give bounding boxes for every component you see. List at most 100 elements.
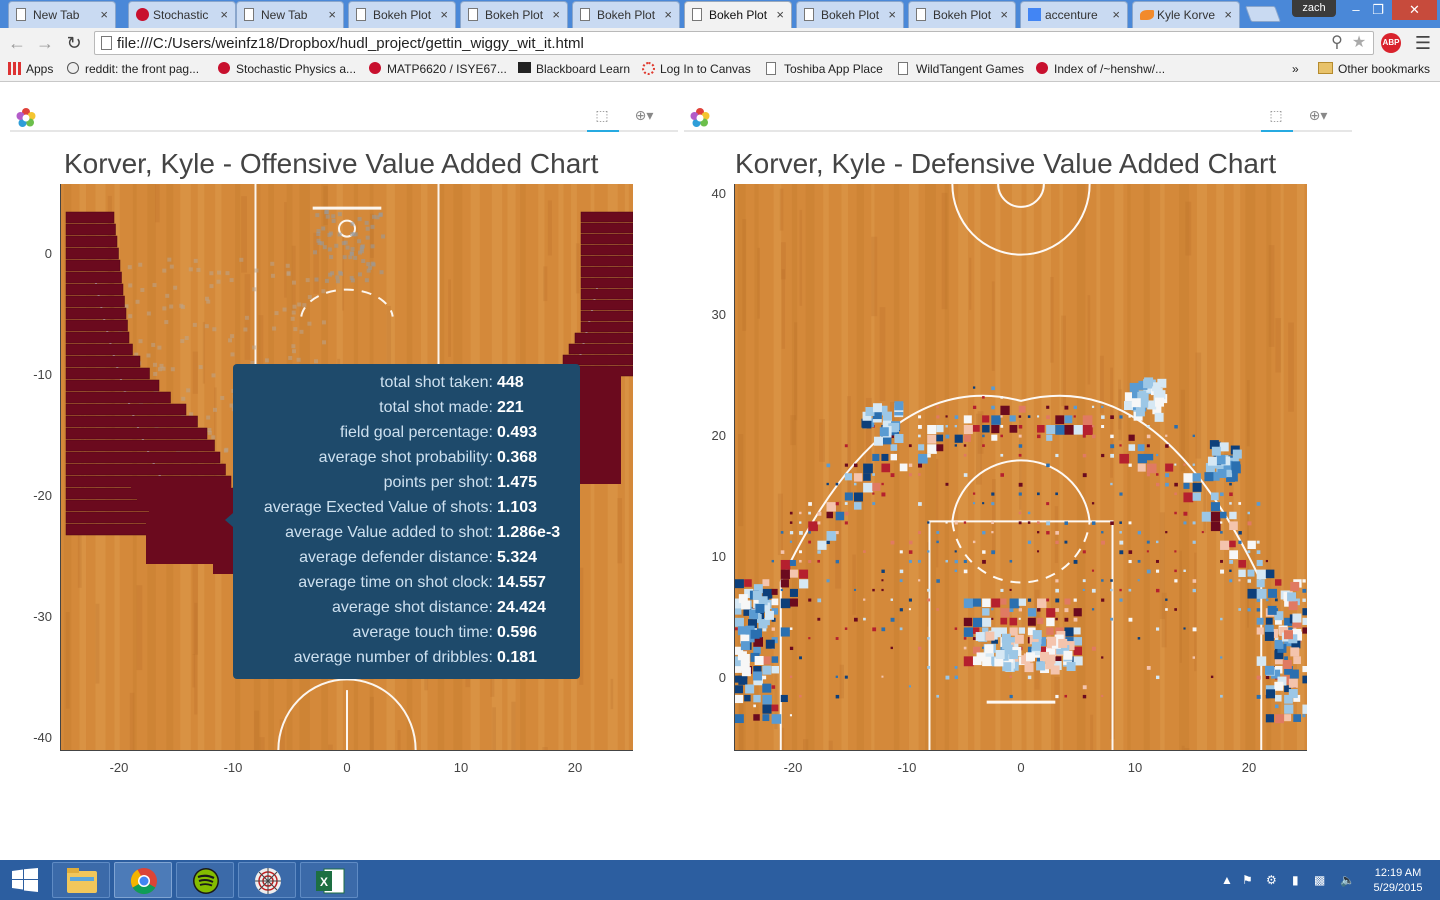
- bokeh-logo-icon[interactable]: [16, 108, 36, 128]
- battery-icon[interactable]: ▮: [1292, 873, 1299, 887]
- bookmark-item[interactable]: Blackboard Learn: [518, 62, 630, 76]
- tab-4[interactable]: Bokeh Plot ×: [460, 1, 568, 28]
- value-hex: [991, 434, 998, 441]
- tab-10[interactable]: Kyle Korve ×: [1132, 1, 1240, 28]
- bokeh-logo-icon[interactable]: [690, 108, 710, 128]
- bookmark-item[interactable]: Apps: [8, 62, 53, 76]
- floor-grain: [511, 701, 516, 821]
- tab-3[interactable]: Bokeh Plot ×: [348, 1, 456, 28]
- defensive-plot-area[interactable]: [734, 183, 1312, 837]
- reload-icon[interactable]: ↻: [63, 32, 85, 54]
- value-hex: [1302, 627, 1309, 634]
- bookmark-item[interactable]: MATP6620 / ISYE67...: [369, 62, 507, 76]
- value-hex: [1055, 598, 1060, 603]
- blank-page-icon: [244, 8, 254, 21]
- tab-7[interactable]: Bokeh Plot ×: [796, 1, 904, 28]
- tab-close-icon[interactable]: ×: [220, 7, 228, 22]
- crosshair-icon[interactable]: ⊕▾: [1307, 107, 1329, 127]
- forward-arrow-icon[interactable]: →: [34, 32, 56, 54]
- volume-icon[interactable]: 🔈: [1340, 873, 1355, 887]
- value-hex: [835, 694, 840, 699]
- bookmark-item[interactable]: WildTangent Games: [898, 62, 1024, 76]
- value-hex: [1110, 482, 1113, 486]
- chrome-menu-icon[interactable]: ☰: [1414, 33, 1432, 53]
- tab-close-icon[interactable]: ×: [100, 7, 108, 22]
- tab-close-icon[interactable]: ×: [888, 7, 896, 22]
- value-hex: [1256, 627, 1264, 635]
- back-arrow-icon[interactable]: ←: [6, 32, 28, 54]
- value-hex: [762, 675, 767, 680]
- tab-close-icon[interactable]: ×: [1224, 7, 1232, 22]
- tab-close-icon[interactable]: ×: [552, 7, 560, 22]
- shot-marker: [316, 238, 321, 243]
- bookmark-item[interactable]: Stochastic Physics a...: [218, 62, 356, 76]
- page-icon: [898, 62, 908, 75]
- tab-2[interactable]: New Tab ×: [236, 1, 344, 28]
- value-hex: [1055, 608, 1060, 612]
- defensive-court-canvas[interactable]: [735, 183, 1312, 837]
- other-bookmarks-folder[interactable]: Other bookmarks: [1318, 62, 1430, 76]
- value-hex: [1018, 492, 1022, 496]
- box-zoom-icon[interactable]: ⬚: [1265, 107, 1287, 127]
- value-hex: [945, 482, 949, 486]
- taskbar-file-explorer[interactable]: [52, 862, 110, 898]
- tab-close-icon[interactable]: ×: [1112, 7, 1120, 22]
- value-hex: [750, 629, 760, 639]
- windows-start-icon[interactable]: [12, 868, 38, 892]
- bookmark-star-icon[interactable]: ★: [1349, 33, 1369, 53]
- zoom-icon[interactable]: ⚲: [1327, 33, 1347, 53]
- shot-marker: [152, 283, 157, 288]
- tab-8[interactable]: Bokeh Plot ×: [908, 1, 1016, 28]
- value-hex: [789, 588, 798, 597]
- bookmark-item[interactable]: Log In to Canvas: [642, 62, 751, 76]
- system-clock[interactable]: 12:19 AM 5/29/2015: [1368, 866, 1428, 896]
- value-hex: [1293, 714, 1302, 722]
- tab-0[interactable]: New Tab ×: [8, 1, 116, 28]
- tab-close-icon[interactable]: ×: [776, 7, 784, 22]
- network-settings-icon[interactable]: ⚙: [1266, 873, 1277, 887]
- box-zoom-icon[interactable]: ⬚: [591, 107, 613, 127]
- value-hex: [936, 540, 939, 544]
- chrome-icon: [130, 868, 157, 895]
- tab-9[interactable]: accenture ×: [1020, 1, 1128, 28]
- new-tab-button[interactable]: [1245, 6, 1281, 22]
- tab-6[interactable]: Bokeh Plot ×: [684, 1, 792, 28]
- adblock-icon[interactable]: ABP: [1381, 33, 1401, 53]
- floor-grain: [794, 322, 798, 421]
- close-window-button[interactable]: ✕: [1392, 0, 1437, 20]
- value-hex: [735, 694, 744, 704]
- value-hex: [927, 434, 937, 444]
- action-center-flag-icon[interactable]: ⚑: [1242, 873, 1253, 887]
- show-hidden-icons-icon[interactable]: ▲: [1221, 873, 1233, 887]
- shot-marker: [239, 257, 244, 262]
- value-hex: [1229, 511, 1237, 520]
- maximize-button[interactable]: ❐: [1367, 0, 1389, 20]
- tab-5[interactable]: Bokeh Plot ×: [572, 1, 680, 28]
- offensive-y-tick-label: -10: [33, 367, 52, 382]
- bookmark-item[interactable]: reddit: the front pag...: [67, 62, 199, 76]
- tab-close-icon[interactable]: ×: [440, 7, 448, 22]
- taskbar-chrome[interactable]: [114, 862, 172, 898]
- taskbar-excel[interactable]: X: [300, 862, 358, 898]
- bookmark-item[interactable]: Index of /~henshw/...: [1036, 62, 1165, 76]
- taskbar-web-app[interactable]: [238, 862, 296, 898]
- wifi-signal-icon[interactable]: ▩: [1314, 873, 1325, 887]
- value-hex: [1018, 453, 1022, 457]
- crosshair-icon[interactable]: ⊕▾: [633, 107, 655, 127]
- tooltip-row: average number of dribbles: 0.181: [243, 645, 570, 670]
- tab-close-icon[interactable]: ×: [1000, 7, 1008, 22]
- value-hex: [1183, 473, 1193, 483]
- tab-1[interactable]: Stochastic ×: [128, 1, 236, 28]
- taskbar-spotify[interactable]: [176, 862, 234, 898]
- value-hex: [771, 627, 775, 631]
- value-hex: [1174, 425, 1178, 429]
- bookmarks-overflow-button[interactable]: »: [1276, 62, 1299, 76]
- value-hex: [982, 502, 985, 505]
- tab-close-icon[interactable]: ×: [328, 7, 336, 22]
- tab-close-icon[interactable]: ×: [664, 7, 672, 22]
- minimize-button[interactable]: –: [1345, 0, 1367, 20]
- bookmark-item[interactable]: Toshiba App Place: [766, 62, 883, 76]
- address-bar[interactable]: file:///C:/Users/weinfz18/Dropbox/hudl_p…: [94, 31, 1374, 55]
- profile-button[interactable]: zach: [1292, 0, 1336, 17]
- value-hex: [982, 434, 985, 438]
